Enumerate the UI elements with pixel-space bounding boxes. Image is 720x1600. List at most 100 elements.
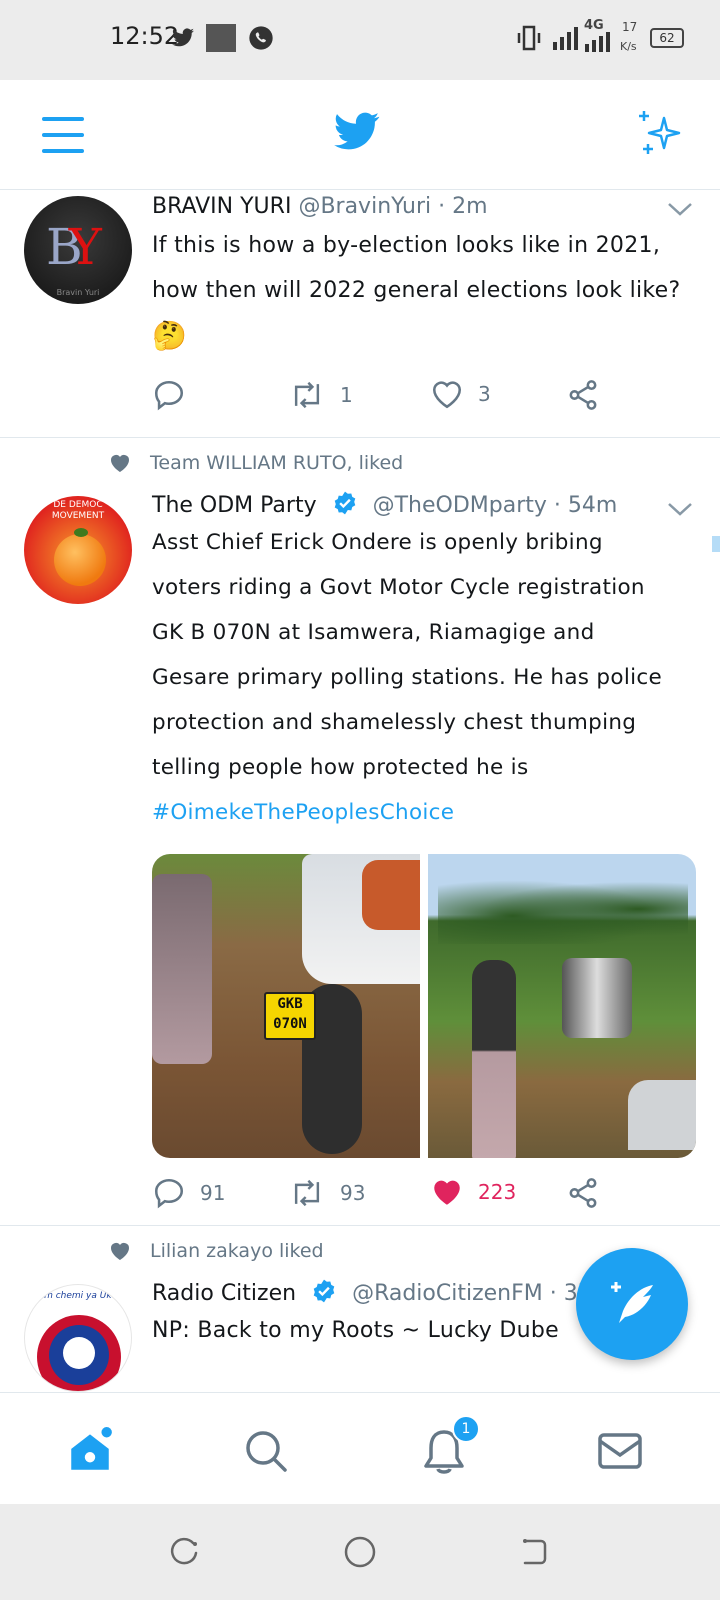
- twitter-bird-icon[interactable]: [334, 112, 380, 158]
- battery-indicator: 62: [650, 28, 684, 48]
- chevron-down-icon[interactable]: [666, 500, 694, 520]
- tweet-header: BRAVIN YURI @BravinYuri · 2m: [152, 194, 696, 219]
- author-name[interactable]: Radio Citizen: [152, 1281, 296, 1306]
- tweet-card[interactable]: Team WILLIAM RUTO, liked DE DEMOC MOVEME…: [0, 438, 720, 1226]
- image-notification-icon: [206, 24, 236, 52]
- tweet-text-line: protection and shamelessly chest thumpin…: [152, 710, 637, 735]
- bottom-nav: 1: [0, 1392, 720, 1504]
- home-nav-icon[interactable]: [340, 1532, 380, 1572]
- tweet-text: Asst Chief Erick Ondere is openly bribin…: [152, 520, 696, 835]
- mail-icon: [598, 1433, 642, 1469]
- reply-icon: [154, 380, 184, 411]
- tweet-body: The ODM Party @TheODMparty · 54m Asst Ch…: [152, 490, 696, 835]
- tweet-text-line: telling people how protected he is: [152, 755, 529, 780]
- recent-apps-icon[interactable]: [164, 1532, 204, 1572]
- reply-button[interactable]: 91: [152, 1176, 225, 1210]
- share-button[interactable]: [566, 378, 600, 412]
- share-button[interactable]: [566, 1176, 600, 1210]
- trees-shape: [438, 874, 688, 944]
- compose-feather-icon: [611, 1282, 653, 1323]
- like-button[interactable]: 3: [430, 378, 491, 410]
- dot-separator: ·: [438, 194, 446, 219]
- reply-button[interactable]: [152, 378, 200, 412]
- tweet-text-line: Asst Chief Erick Ondere is openly bribin…: [152, 530, 603, 555]
- child-figure-shape: [472, 960, 516, 1158]
- author-name[interactable]: The ODM Party: [152, 493, 317, 518]
- avatar-caption: DE DEMOC MOVEMENT: [51, 500, 105, 521]
- retweet-button[interactable]: 93: [288, 1176, 365, 1210]
- avatar[interactable]: BY Bravin Yuri: [24, 196, 132, 304]
- dot-separator: ·: [549, 1281, 557, 1306]
- sparkle-icon[interactable]: [636, 108, 686, 158]
- status-bar: 12:52 4G 17 K/s 62: [0, 0, 720, 80]
- tweet-header: The ODM Party @TheODMparty · 54m: [152, 490, 696, 518]
- avatar[interactable]: DE DEMOC MOVEMENT: [24, 496, 132, 604]
- orange-fruit-image: [54, 534, 106, 586]
- social-context: Team WILLIAM RUTO, liked: [108, 452, 403, 474]
- twitter-notification-icon: [168, 24, 198, 52]
- chevron-down-icon[interactable]: [666, 200, 694, 220]
- retweet-count: 1: [340, 383, 353, 407]
- notification-badge: 1: [452, 1415, 480, 1443]
- avatar-caption: Bravin Yuri: [56, 288, 100, 297]
- tweet-text: If this is how a by-election looks like …: [152, 223, 696, 358]
- media-grid: GKB 070N: [152, 854, 696, 1158]
- heart-outline-icon: [432, 381, 462, 409]
- motorcycle-photo[interactable]: GKB 070N: [152, 854, 420, 1158]
- tweet-card[interactable]: BY Bravin Yuri BRAVIN YURI @BravinYuri ·…: [0, 190, 720, 438]
- signal-icon-sim2: [584, 30, 614, 52]
- tweet-actions: 1 3: [152, 378, 696, 418]
- hamburger-icon[interactable]: [40, 112, 86, 158]
- group-of-people-shape: [562, 958, 632, 1038]
- system-nav-bar: [0, 1504, 720, 1600]
- search-tab[interactable]: [236, 1421, 296, 1481]
- messages-tab[interactable]: [590, 1421, 650, 1481]
- net-speed-unit: K/s: [620, 40, 637, 53]
- author-handle[interactable]: @RadioCitizenFM: [352, 1281, 543, 1306]
- tweet-time: 2m: [452, 194, 488, 219]
- avatar-letters: BY: [46, 218, 102, 276]
- compose-tweet-button[interactable]: [576, 1248, 688, 1360]
- tweet-text-line: Gesare primary polling stations. He has …: [152, 665, 663, 690]
- whatsapp-notification-icon: [246, 24, 276, 52]
- like-count: 223: [478, 1180, 517, 1204]
- signal-icon-sim1: [552, 24, 580, 52]
- author-handle[interactable]: @BravinYuri: [298, 194, 431, 219]
- person-legs-shape: [152, 874, 212, 1064]
- timeline[interactable]: BY Bravin Yuri BRAVIN YURI @BravinYuri ·…: [0, 190, 720, 1392]
- home-tab[interactable]: [60, 1421, 120, 1481]
- orange-leaf: [74, 528, 88, 537]
- bike-seat-shape: [362, 860, 420, 930]
- avatar[interactable]: Chem chemi ya Ukweli: [24, 1284, 132, 1392]
- tweet-body: BRAVIN YURI @BravinYuri · 2m If this is …: [152, 194, 696, 358]
- tweet-time: 54m: [567, 493, 618, 518]
- like-button[interactable]: 223: [430, 1176, 516, 1208]
- retweet-icon: [294, 1179, 320, 1207]
- back-nav-icon[interactable]: [514, 1532, 554, 1572]
- author-name[interactable]: BRAVIN YURI: [152, 194, 291, 219]
- scroll-indicator[interactable]: [712, 536, 720, 552]
- author-handle[interactable]: @TheODMparty: [373, 493, 547, 518]
- plate-line-2: 070N: [273, 1016, 307, 1032]
- polling-station-photo[interactable]: [428, 854, 696, 1158]
- tweet-text-line: GK B 070N at Isamwera, Riamagige and: [152, 620, 595, 645]
- thinking-emoji: 🤔: [152, 319, 188, 352]
- social-context-text[interactable]: Lilian zakayo liked: [150, 1240, 324, 1262]
- like-count: 3: [478, 382, 491, 406]
- reply-icon: [154, 1178, 184, 1209]
- hashtag-link[interactable]: #OimekeThePeoplesChoice: [152, 790, 696, 835]
- search-icon: [246, 1431, 287, 1472]
- retweet-icon: [294, 381, 320, 409]
- social-context: Lilian zakayo liked: [108, 1240, 324, 1262]
- reply-count: 91: [200, 1181, 226, 1205]
- share-icon: [569, 380, 597, 410]
- retweet-button[interactable]: 1: [288, 378, 353, 412]
- bike-part-shape: [628, 1080, 696, 1150]
- share-icon: [569, 1178, 597, 1208]
- retweet-count: 93: [340, 1181, 366, 1205]
- tweet-actions: 91 93 223: [152, 1176, 696, 1216]
- heart-filled-icon: [111, 1243, 129, 1260]
- social-context-text[interactable]: Team WILLIAM RUTO, liked: [150, 452, 403, 474]
- notifications-tab[interactable]: 1: [414, 1415, 480, 1481]
- home-icon: [71, 1427, 112, 1470]
